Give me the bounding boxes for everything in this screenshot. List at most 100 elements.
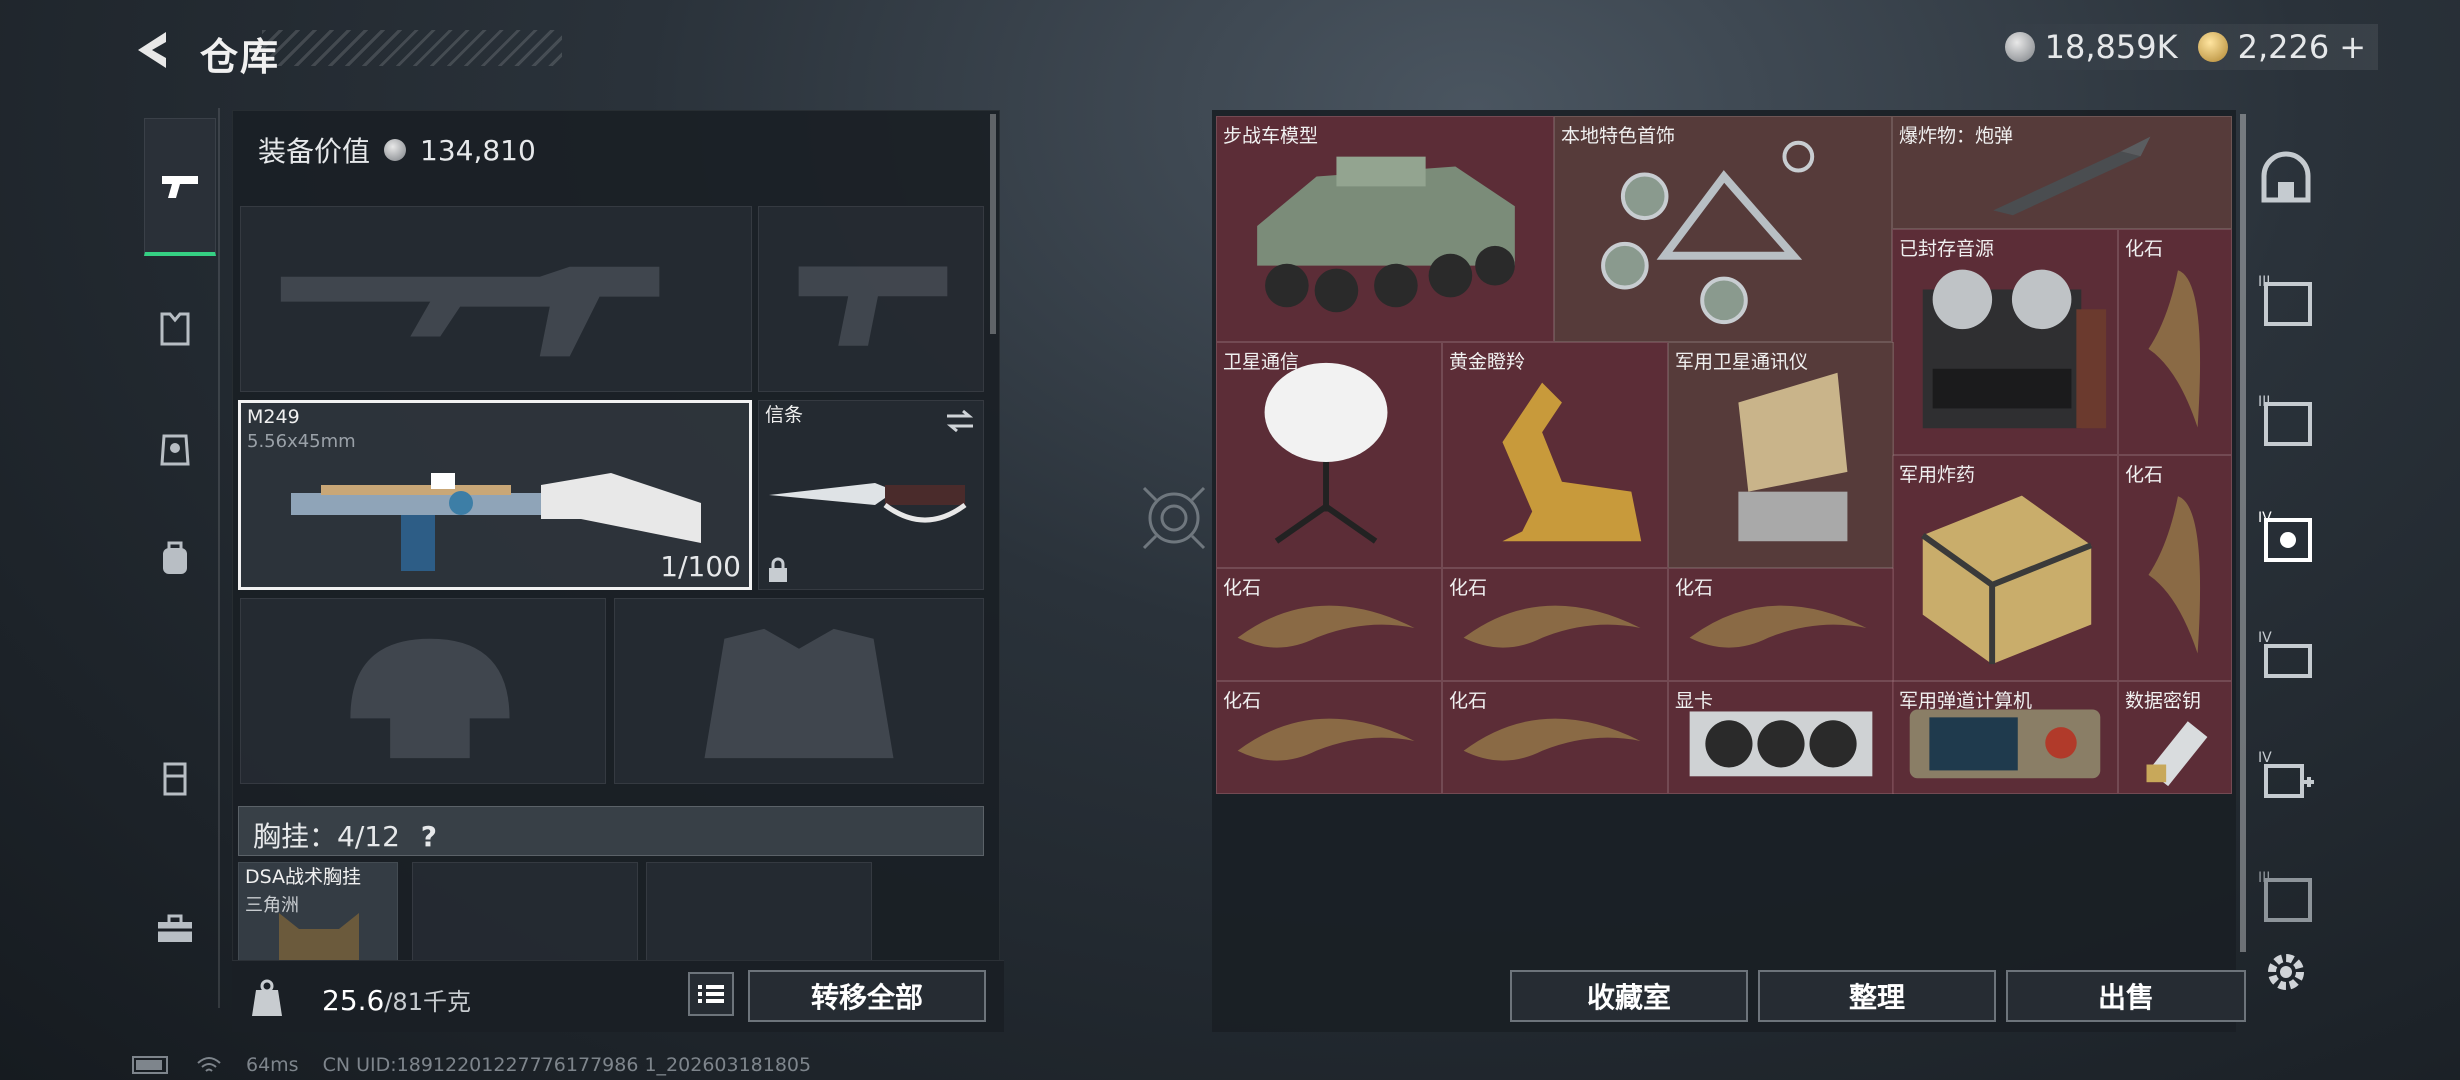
gold-currency[interactable]: 2,226 + <box>2197 28 2366 66</box>
storage-box-iv-active-icon[interactable]: IV <box>2256 506 2316 566</box>
item-name: 黄金瞪羚 <box>1449 351 1526 373</box>
status-bar: 64ms CN UID:18912201227776177986 1_20260… <box>132 1054 811 1076</box>
header-decoration <box>262 30 562 66</box>
equipment-value-amount: 134,810 <box>420 133 536 167</box>
weight-current: 25.6 <box>322 984 385 1017</box>
weight-icon <box>252 979 282 1016</box>
armor-silhouette-icon <box>704 628 894 759</box>
storage-box-iv-icon[interactable]: IV <box>2256 626 2316 686</box>
vest-item[interactable]: DSA战术胸挂 三角洲 <box>238 862 398 963</box>
item-armored-vehicle[interactable]: 步战车模型 <box>1216 116 1554 342</box>
item-satellite-dish[interactable]: 卫星通信 <box>1216 342 1442 568</box>
item-name: 化石 <box>1223 577 1262 599</box>
item-name: 军用卫星通讯仪 <box>1675 351 1809 373</box>
item-jewelry[interactable]: 本地特色首饰 <box>1554 116 1892 342</box>
item-name: 已封存音源 <box>1899 238 1995 260</box>
page-title: 仓库 <box>200 35 281 79</box>
item-name: 化石 <box>2125 238 2164 260</box>
sell-button[interactable]: 出售 <box>2006 970 2246 1022</box>
crosshair-icon[interactable] <box>1140 484 1208 552</box>
item-graphics-card[interactable]: 显卡 <box>1668 681 1894 794</box>
backpack-icon <box>163 541 187 574</box>
item-name: 军用弹道计算机 <box>1899 690 2033 712</box>
rifle-silhouette-icon <box>280 266 660 357</box>
back-button[interactable] <box>132 28 176 72</box>
vest-capacity-bar: 胸挂：4/12 ? <box>238 806 984 856</box>
helmet-slot-empty[interactable] <box>240 598 606 784</box>
item-data-key[interactable]: 数据密钥 <box>2118 681 2232 794</box>
category-tabs <box>132 108 220 1008</box>
user-uid: CN UID:18912201227776177986 1_2026031818… <box>322 1054 812 1076</box>
swap-icon[interactable] <box>945 409 975 433</box>
melee-slot[interactable]: 信条 <box>758 400 984 590</box>
item-fossil[interactable]: 化石 <box>1442 568 1668 681</box>
tab-weapons[interactable] <box>144 118 216 256</box>
equipment-value-label: 装备价值 <box>258 135 371 168</box>
tab-vest[interactable] <box>144 298 206 360</box>
storage-box-iii-icon[interactable]: III <box>2256 390 2316 450</box>
back-arrow-icon <box>138 32 166 68</box>
svg-text:IV: IV <box>2258 750 2272 766</box>
item-name: 卫星通信 <box>1223 351 1300 373</box>
toolbox-icon <box>158 914 192 942</box>
settings-gear-icon[interactable] <box>2262 948 2310 996</box>
vault-icon[interactable] <box>2256 150 2316 210</box>
silver-currency[interactable]: 18,859K <box>2004 28 2178 66</box>
vest-icon <box>160 312 190 346</box>
lock-icon <box>769 557 787 582</box>
armor-slot-empty[interactable] <box>614 598 984 784</box>
item-name: 化石 <box>1223 690 1262 712</box>
item-fossil[interactable]: 化石 <box>1216 568 1442 681</box>
loadout-scrollbar[interactable] <box>990 114 996 334</box>
tab-armor[interactable] <box>144 418 206 480</box>
pistol-slot-empty[interactable] <box>758 206 984 392</box>
primary-weapon-slot-empty[interactable] <box>240 206 752 392</box>
wifi-icon <box>197 1057 221 1072</box>
gold-add-icon[interactable]: + <box>2339 28 2366 66</box>
item-fossil[interactable]: 化石 <box>1216 681 1442 794</box>
m249-icon <box>291 473 701 571</box>
storage-box-iii-icon[interactable]: III <box>2256 866 2316 926</box>
storage-box-iv-add-icon[interactable]: IV <box>2256 746 2316 806</box>
item-fossil[interactable]: 化石 <box>2118 229 2232 455</box>
item-fossil[interactable]: 化石 <box>2118 455 2232 681</box>
item-fossil[interactable]: 化石 <box>1442 681 1668 794</box>
inventory-scrollbar[interactable] <box>2240 114 2246 952</box>
melee-name: 信条 <box>765 404 804 426</box>
vest-slot-empty[interactable] <box>412 862 638 962</box>
case-icon <box>163 762 187 796</box>
tab-toolbox[interactable] <box>144 898 206 960</box>
item-name: 爆炸物：炮弹 <box>1899 125 2014 147</box>
item-name: 化石 <box>1449 577 1488 599</box>
item-sat-comm[interactable]: 军用卫星通讯仪 <box>1668 342 1894 568</box>
collection-room-button[interactable]: 收藏室 <box>1510 970 1748 1022</box>
item-name: 步战车模型 <box>1223 125 1319 147</box>
currency-bar: 18,859K 2,226 + <box>1992 24 2378 70</box>
primary-weapon-slot[interactable]: M249 5.56x45mm 1/100 <box>238 400 752 590</box>
item-name: 本地特色首饰 <box>1561 125 1676 147</box>
jewelry-icon <box>1601 140 1815 325</box>
item-tape-recorder[interactable]: 已封存音源 <box>1892 229 2118 455</box>
transfer-all-button[interactable]: 转移全部 <box>748 970 986 1022</box>
battery-icon <box>132 1056 168 1074</box>
storage-box-iii-icon[interactable]: III <box>2256 270 2316 330</box>
item-explosive[interactable]: 军用炸药 <box>1892 455 2118 681</box>
fossil-claw-icon <box>2148 270 2201 428</box>
vest-capacity-label: 胸挂：4/12 <box>253 820 400 853</box>
tab-container[interactable] <box>144 748 206 810</box>
silver-amount: 18,859K <box>2044 28 2178 66</box>
item-shell[interactable]: 爆炸物：炮弹 <box>1892 116 2232 229</box>
ping: 64ms <box>246 1054 299 1076</box>
list-view-button[interactable] <box>688 972 734 1016</box>
item-fossil[interactable]: 化石 <box>1668 568 1894 681</box>
vest-slot-empty[interactable] <box>646 862 872 962</box>
tab-backpack[interactable] <box>144 528 206 590</box>
pistol-icon <box>162 175 198 198</box>
equipment-value: 装备价值 134,810 <box>258 130 536 170</box>
item-golden-gazelle[interactable]: 黄金瞪羚 <box>1442 342 1668 568</box>
weight-max: /81千克 <box>384 988 471 1016</box>
help-icon[interactable]: ? <box>421 820 437 853</box>
sort-button[interactable]: 整理 <box>1758 970 1996 1022</box>
item-name: 化石 <box>1449 690 1488 712</box>
item-ballistic-computer[interactable]: 军用弹道计算机 <box>1892 681 2118 794</box>
